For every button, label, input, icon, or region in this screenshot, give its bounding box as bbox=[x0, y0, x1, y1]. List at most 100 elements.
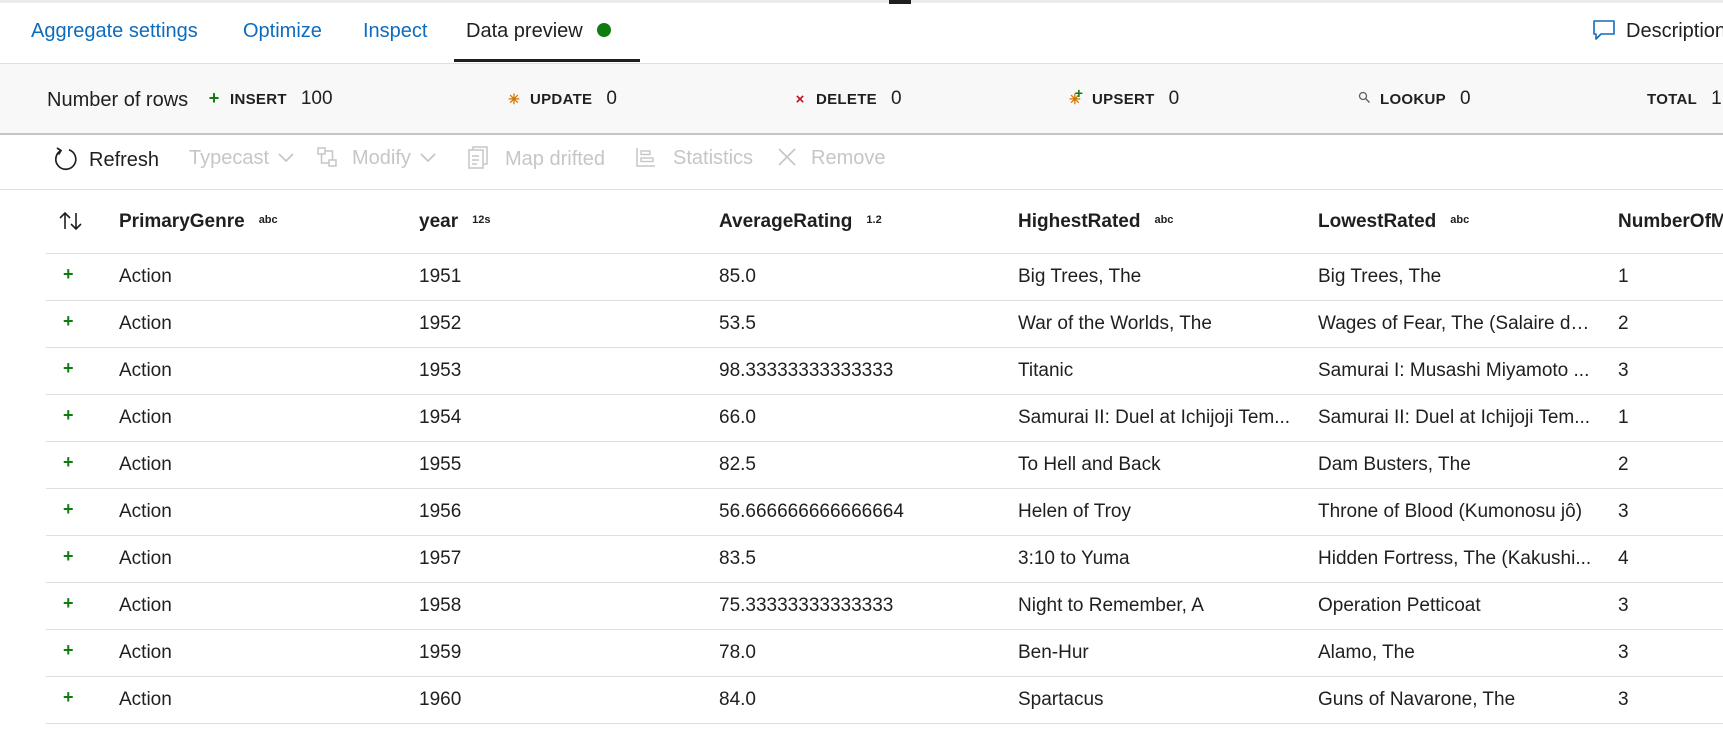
insert-row-icon: + bbox=[63, 358, 74, 378]
remove-button[interactable]: Remove bbox=[777, 147, 885, 170]
delete-value: 0 bbox=[890, 88, 902, 109]
table-cell: 1 bbox=[1618, 266, 1629, 287]
table-cell: 2 bbox=[1618, 454, 1629, 475]
modify-dropdown[interactable]: Modify bbox=[316, 146, 437, 170]
insert-row-icon: + bbox=[63, 593, 74, 613]
table-cell: 53.5 bbox=[719, 313, 756, 334]
lookup-key: LOOKUP bbox=[1380, 91, 1446, 108]
column-name: year bbox=[419, 211, 459, 232]
insert-row-icon: + bbox=[63, 687, 74, 707]
status-dot-icon bbox=[596, 22, 611, 37]
column-name: LowestRated bbox=[1318, 211, 1437, 232]
lookup-stat: LOOKUP 0 bbox=[1356, 88, 1471, 110]
column-header-numberofm[interactable]: NumberOfM bbox=[1618, 211, 1723, 233]
insert-row-icon: + bbox=[63, 452, 74, 472]
statistics-button[interactable]: Statistics bbox=[635, 147, 753, 170]
table-cell: Action bbox=[119, 407, 172, 428]
table-cell: Titanic bbox=[1018, 360, 1074, 381]
statistics-label: Statistics bbox=[673, 147, 754, 169]
total-key: TOTAL bbox=[1647, 91, 1698, 108]
table-cell: 1 bbox=[1618, 407, 1629, 428]
table-cell: 1954 bbox=[419, 407, 462, 428]
table-cell: Ben-Hur bbox=[1018, 642, 1089, 663]
tab-inspect[interactable]: Inspect bbox=[363, 20, 427, 43]
table-row[interactable]: + Action 1957 83.5 3:10 to Yuma Hidden Fortre… bbox=[46, 536, 1723, 583]
column-header-lowestrated[interactable]: LowestRated abc bbox=[1318, 211, 1593, 233]
statistics-icon bbox=[636, 147, 655, 167]
insert-key: INSERT bbox=[230, 91, 287, 108]
description-button[interactable]: Description bbox=[1592, 19, 1723, 43]
tab-bar: Aggregate settings Optimize Inspect Data… bbox=[0, 0, 1723, 63]
remove-label: Remove bbox=[811, 147, 886, 169]
table-row[interactable]: + Action 1958 75.33333333333333 Night to Rem… bbox=[46, 583, 1723, 630]
insert-row-icon: + bbox=[63, 405, 74, 425]
table-cell: 1951 bbox=[419, 266, 462, 287]
table-cell: Action bbox=[119, 313, 172, 334]
table-cell: Samurai II: Duel at Ichijoji Tem... bbox=[1018, 407, 1291, 428]
table-row[interactable]: + Action 1955 82.5 To Hell and Back Dam Buste… bbox=[46, 442, 1723, 489]
preview-toolbar: Refresh Typecast Modify Map drifted Stat… bbox=[0, 133, 1723, 190]
table-cell: Operation Petticoat bbox=[1318, 595, 1481, 616]
table-cell: Action bbox=[119, 454, 172, 475]
table-row[interactable]: + Action 1956 56.666666666666664 Helen of Tr… bbox=[46, 489, 1723, 536]
upsert-value: 0 bbox=[1168, 88, 1180, 109]
table-cell: Action bbox=[119, 689, 172, 710]
table-cell: 3 bbox=[1618, 360, 1629, 381]
refresh-button[interactable]: Refresh bbox=[52, 147, 159, 175]
table-cell: Action bbox=[119, 642, 172, 663]
close-icon bbox=[778, 148, 796, 166]
map-drifted-button[interactable]: Map drifted bbox=[467, 146, 605, 173]
number-of-rows-label: Number of rows bbox=[47, 89, 189, 111]
table-row[interactable]: + Action 1952 53.5 War of the Worlds, The Wag… bbox=[46, 301, 1723, 348]
table-cell: Night to Remember, A bbox=[1018, 595, 1204, 616]
column-header-highestrated[interactable]: HighestRated abc bbox=[1018, 211, 1293, 233]
table-cell: Action bbox=[119, 501, 172, 522]
chevron-down-icon bbox=[278, 153, 294, 162]
row-count-bar: Number of rows + INSERT 100 ✳ UPDATE 0 × DELE… bbox=[0, 63, 1723, 135]
typecast-dropdown[interactable]: Typecast bbox=[189, 147, 295, 170]
table-cell: To Hell and Back bbox=[1018, 454, 1161, 475]
column-type-badge: abc bbox=[1154, 214, 1174, 226]
tab-data-preview[interactable]: Data preview bbox=[466, 20, 611, 43]
table-cell: 1958 bbox=[419, 595, 462, 616]
table-row[interactable]: + Action 1953 98.33333333333333 Titanic Samur… bbox=[46, 348, 1723, 395]
refresh-label: Refresh bbox=[89, 149, 160, 172]
table-cell: Hidden Fortress, The (Kakushi... bbox=[1318, 548, 1592, 569]
column-header-year[interactable]: year 12s bbox=[419, 211, 669, 233]
column-type-badge: abc bbox=[1450, 214, 1470, 226]
column-type-badge: abc bbox=[258, 214, 278, 226]
table-cell: Action bbox=[119, 595, 172, 616]
total-value: 1 bbox=[1711, 88, 1722, 109]
insert-row-icon: + bbox=[63, 311, 74, 331]
table-cell: Dam Busters, The bbox=[1318, 454, 1471, 475]
column-header-primarygenre[interactable]: PrimaryGenre abc bbox=[119, 211, 369, 233]
delete-stat: × DELETE 0 bbox=[792, 88, 902, 110]
tab-aggregate-settings[interactable]: Aggregate settings bbox=[31, 20, 198, 43]
update-asterisk-icon: ✳ bbox=[508, 91, 520, 107]
table-row[interactable]: + Action 1954 66.0 Samurai II: Duel at Ichij… bbox=[46, 395, 1723, 442]
table-row[interactable]: + Action 1960 84.0 Spartacus Guns of Navarone… bbox=[46, 677, 1723, 724]
tab-optimize[interactable]: Optimize bbox=[243, 20, 322, 43]
table-cell: 84.0 bbox=[719, 689, 756, 710]
table-cell: Samurai I: Musashi Miyamoto ... bbox=[1318, 360, 1590, 381]
upsert-key: UPSERT bbox=[1092, 91, 1155, 108]
upsert-icon: ✳+ bbox=[1069, 85, 1083, 107]
modify-icon bbox=[317, 146, 337, 167]
table-row[interactable]: + Action 1959 78.0 Ben-Hur Alamo, The 3 bbox=[46, 630, 1723, 677]
sort-icon[interactable] bbox=[58, 210, 84, 238]
update-key: UPDATE bbox=[530, 91, 593, 108]
description-label: Description bbox=[1626, 20, 1723, 42]
table-cell: 85.0 bbox=[719, 266, 756, 287]
table-cell: 56.666666666666664 bbox=[719, 501, 904, 522]
column-name: NumberOfM bbox=[1618, 211, 1723, 232]
table-cell: 2 bbox=[1618, 313, 1629, 334]
table-cell: Helen of Troy bbox=[1018, 501, 1131, 522]
insert-row-icon: + bbox=[63, 264, 74, 284]
table-cell: 1959 bbox=[419, 642, 462, 663]
table-cell: 83.5 bbox=[719, 548, 756, 569]
table-row[interactable]: + Action 1951 85.0 Big Trees, The Big Trees, … bbox=[46, 254, 1723, 301]
column-header-averagerating[interactable]: AverageRating 1.2 bbox=[719, 211, 989, 233]
table-cell: Throne of Blood (Kumonosu jô) bbox=[1318, 501, 1583, 522]
table-cell: 1956 bbox=[419, 501, 462, 522]
delete-key: DELETE bbox=[816, 91, 877, 108]
